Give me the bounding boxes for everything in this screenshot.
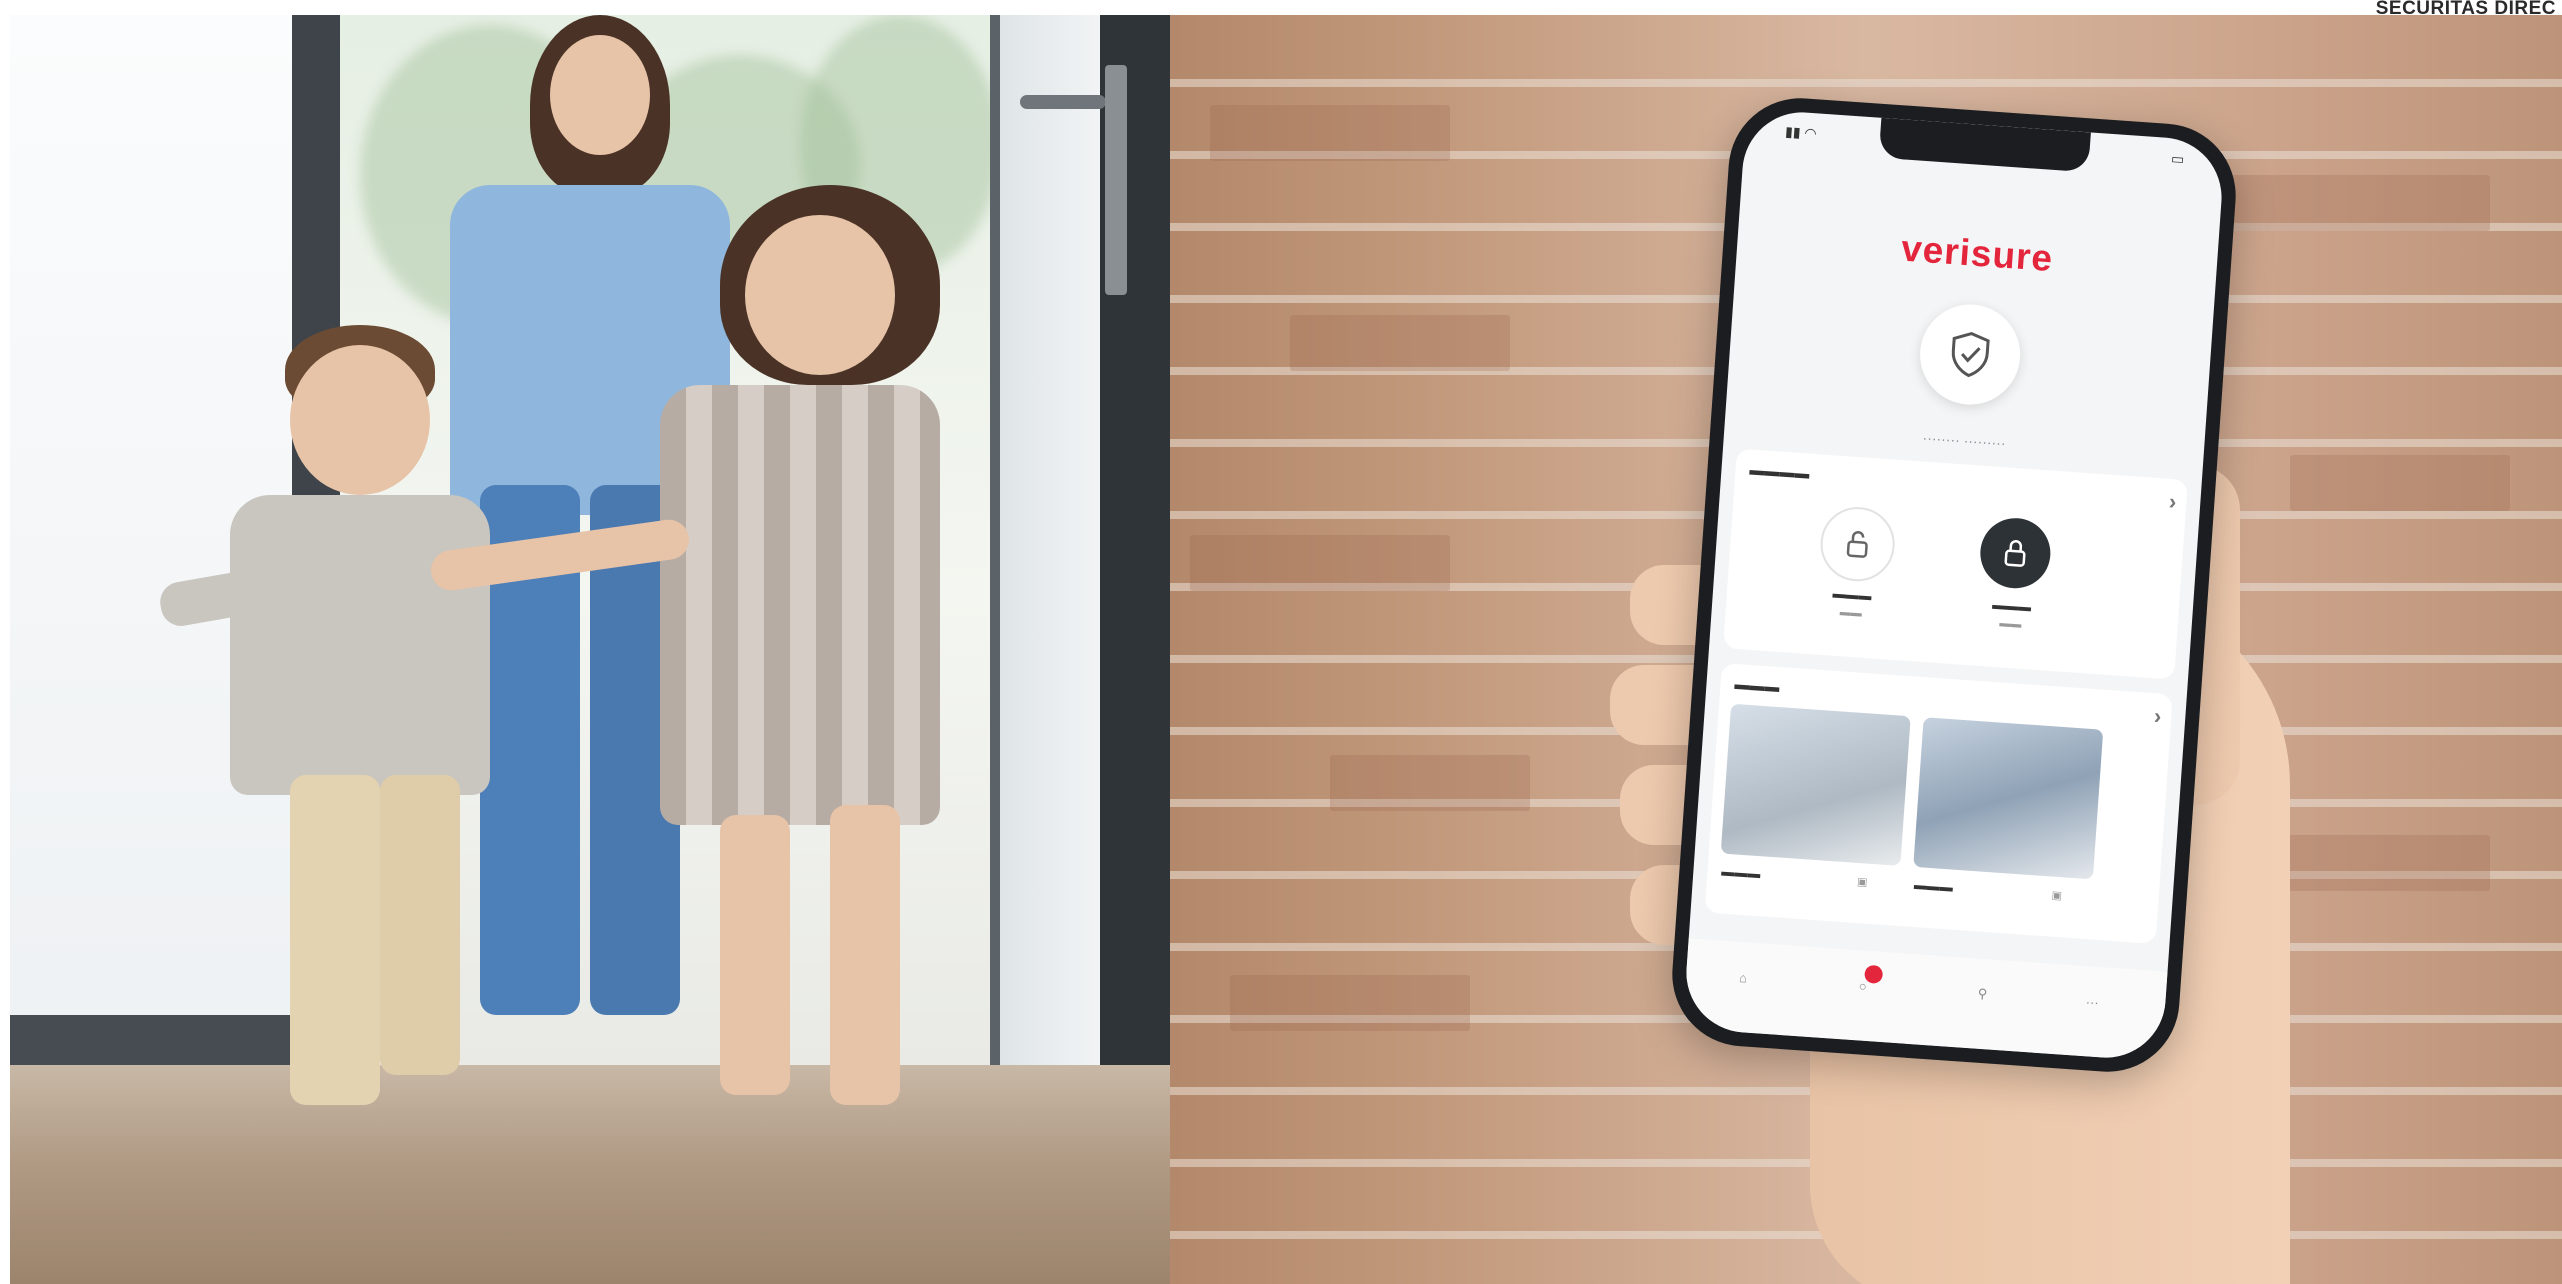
smart-lock-card[interactable]: ▬▬▬▬ › ▬▬▬ ▬▬ ▬▬▬ ▬▬ — [1723, 448, 2188, 680]
camera-living-room-label: ▬▬▬ — [1720, 863, 1761, 882]
lock-front-door-label: ▬▬▬ — [1832, 585, 1873, 604]
smart-lock-title: ▬▬▬▬ — [1748, 461, 1810, 483]
alerts-icon[interactable]: ○ — [1845, 964, 1884, 1003]
lock-closed-icon[interactable] — [1978, 515, 2053, 591]
home-icon[interactable]: ⌂ — [1725, 959, 1761, 995]
camera-icon[interactable]: ▣ — [1857, 875, 1868, 889]
door-lock — [1105, 65, 1127, 295]
signal-icon: ▮▮ ◠ — [1784, 123, 1818, 142]
camera-living-room[interactable] — [1720, 703, 1911, 866]
bottom-nav: ⌂ ○ ⚲ ··· — [1682, 938, 2168, 1062]
lock-garden-door-status: ▬▬ — [1999, 617, 2022, 631]
chevron-right-icon[interactable]: › — [2168, 489, 2177, 515]
cameras-title: ▬▬▬ — [1733, 675, 1781, 697]
camera-bedroom-label: ▬▬▬ — [1913, 876, 1954, 895]
notification-badge — [1864, 964, 1884, 984]
camera-bedroom[interactable] — [1913, 717, 2104, 880]
photo-credit: SECURITAS DIREC — [2375, 0, 2556, 19]
door-handle — [1020, 95, 1106, 109]
lock-open-icon[interactable] — [1818, 504, 1898, 584]
chevron-right-icon[interactable]: › — [2153, 703, 2162, 729]
smartphone: ▮▮ ◠ ▭ verisure ········ ········· ▬▬▬▬ … — [1667, 93, 2241, 1077]
smartplug-icon[interactable]: ⚲ — [1964, 976, 2000, 1012]
cameras-card[interactable]: ▬▬▬ › ▬▬▬ ▬▬▬ ▣ ▣ — [1704, 663, 2173, 944]
wood-floor — [10, 1065, 1210, 1284]
door-glass — [1000, 15, 1110, 1085]
camera-icon[interactable]: ▣ — [2051, 889, 2062, 903]
battery-icon: ▭ — [2170, 150, 2185, 168]
photo-scene: ▮▮ ◠ ▭ verisure ········ ········· ▬▬▬▬ … — [10, 15, 2562, 1284]
shield-check-icon[interactable] — [1916, 301, 2024, 408]
app-brand-logo: verisure — [1899, 227, 2055, 280]
phone-screen: ▮▮ ◠ ▭ verisure ········ ········· ▬▬▬▬ … — [1682, 108, 2226, 1062]
lock-garden-door-label: ▬▬▬ — [1991, 596, 2032, 615]
more-icon[interactable]: ··· — [2074, 984, 2110, 1020]
lock-front-door-status: ▬▬ — [1839, 606, 1863, 620]
